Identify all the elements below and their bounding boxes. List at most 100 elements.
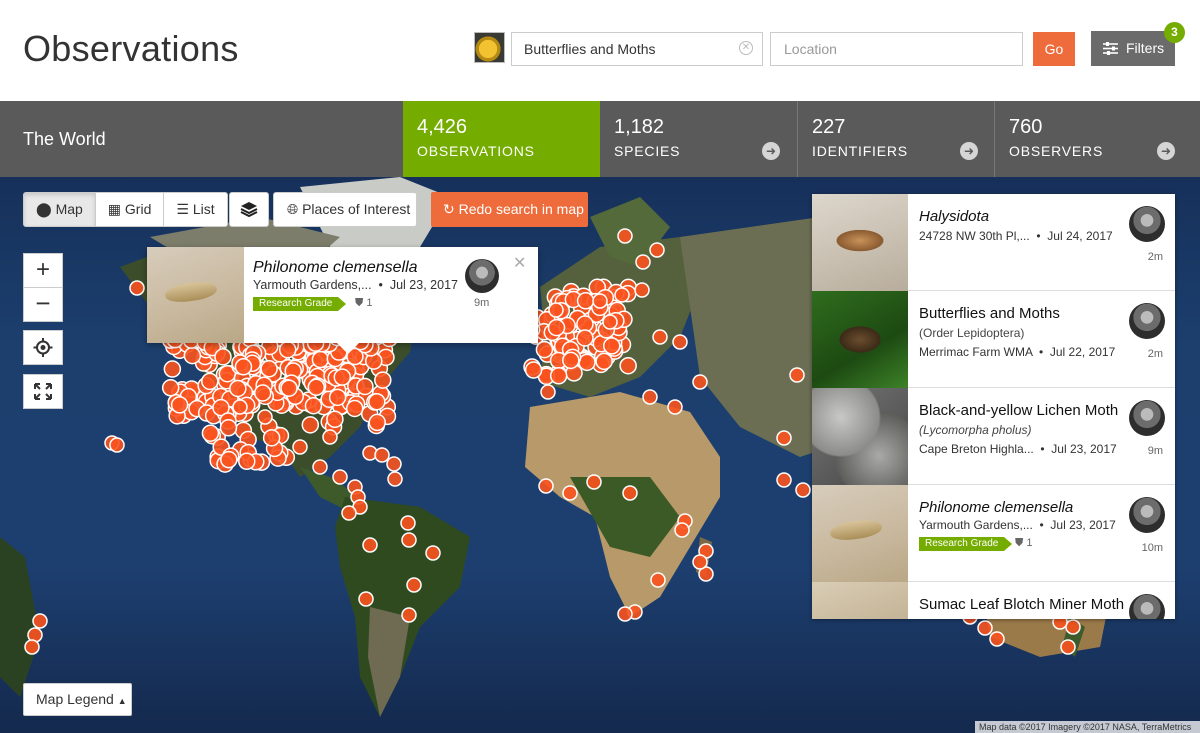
observation-photo[interactable] xyxy=(147,247,244,343)
stat-identifiers[interactable]: 227 IDENTIFIERS ➜ xyxy=(797,101,992,177)
observation-marker[interactable] xyxy=(322,429,338,445)
observation-marker[interactable] xyxy=(524,361,543,379)
observation-marker[interactable] xyxy=(341,505,357,521)
stat-observations[interactable]: 4,426 OBSERVATIONS xyxy=(403,101,600,177)
stat-species[interactable]: 1,182 SPECIES ➜ xyxy=(600,101,795,177)
observation-marker[interactable] xyxy=(161,379,180,397)
observation-title[interactable]: Sumac Leaf Blotch Miner Moth xyxy=(919,596,1124,613)
observation-marker[interactable] xyxy=(634,282,650,298)
observation-title[interactable]: Halysidota xyxy=(919,208,989,225)
observation-marker[interactable] xyxy=(333,368,352,386)
map[interactable]: ⬤ Map ▦ Grid ☰ List 🌐︎ Places of Interes… xyxy=(0,177,1200,733)
observation-marker[interactable] xyxy=(257,409,273,425)
observation-marker[interactable] xyxy=(692,374,708,390)
observation-marker[interactable] xyxy=(1060,639,1076,655)
observation-marker[interactable] xyxy=(776,472,792,488)
observation-marker[interactable] xyxy=(602,314,618,330)
observation-marker[interactable] xyxy=(576,329,594,347)
observation-marker[interactable] xyxy=(387,471,403,487)
observation-marker[interactable] xyxy=(292,439,308,455)
observation-marker[interactable] xyxy=(401,607,417,623)
observation-marker[interactable] xyxy=(649,242,665,258)
observation-marker[interactable] xyxy=(692,554,708,570)
avatar[interactable] xyxy=(465,259,499,293)
list-item[interactable]: Halysidota 24728 NW 30th Pl,... • Jul 24… xyxy=(812,194,1175,291)
observation-marker[interactable] xyxy=(311,350,330,369)
list-item[interactable]: Sumac Leaf Blotch Miner Moth xyxy=(812,582,1175,619)
observation-marker[interactable] xyxy=(374,371,392,389)
observation-marker[interactable] xyxy=(326,410,344,429)
arrow-right-icon[interactable]: ➜ xyxy=(960,142,978,160)
arrow-right-icon[interactable]: ➜ xyxy=(1157,142,1175,160)
avatar[interactable] xyxy=(1129,594,1165,619)
observation-marker[interactable] xyxy=(301,416,320,434)
observation-marker[interactable] xyxy=(400,515,416,531)
observation-marker[interactable] xyxy=(406,577,422,593)
locate-button[interactable] xyxy=(23,330,63,365)
go-button[interactable]: Go xyxy=(1033,32,1075,66)
redo-search-button[interactable]: ↻ Redo search in map xyxy=(431,192,588,227)
avatar[interactable] xyxy=(1129,497,1165,533)
observation-marker[interactable] xyxy=(328,388,347,407)
observation-marker[interactable] xyxy=(307,378,326,397)
observation-marker[interactable] xyxy=(425,545,441,561)
avatar[interactable] xyxy=(1129,400,1165,436)
observation-photo[interactable] xyxy=(812,485,908,582)
observation-marker[interactable] xyxy=(24,639,40,655)
observation-marker[interactable] xyxy=(642,389,658,405)
observation-marker[interactable] xyxy=(401,532,417,548)
observation-marker[interactable] xyxy=(622,485,638,501)
list-item[interactable]: Butterflies and Moths (Order Lepidoptera… xyxy=(812,291,1175,388)
map-legend-button[interactable]: Map Legend ▲ xyxy=(23,683,132,716)
observation-marker[interactable] xyxy=(562,351,580,370)
observation-marker[interactable] xyxy=(260,360,278,378)
observation-title[interactable]: Black-and-yellow Lichen Moth xyxy=(919,402,1118,419)
observation-marker[interactable] xyxy=(201,424,220,442)
observation-photo[interactable] xyxy=(812,194,908,291)
zoom-in-button[interactable]: + xyxy=(23,253,63,288)
observation-marker[interactable] xyxy=(253,384,272,402)
observation-marker[interactable] xyxy=(586,474,602,490)
observation-marker[interactable] xyxy=(795,482,811,498)
observation-marker[interactable] xyxy=(595,352,613,371)
observation-marker[interactable] xyxy=(603,337,621,355)
observation-photo[interactable] xyxy=(812,291,908,388)
observation-marker[interactable] xyxy=(234,358,253,376)
observation-marker[interactable] xyxy=(356,377,374,396)
observation-marker[interactable] xyxy=(109,437,125,453)
observation-photo[interactable] xyxy=(812,388,908,485)
tab-list[interactable]: ☰ List xyxy=(164,193,226,226)
popup-title[interactable]: Philonome clemensella xyxy=(253,259,418,277)
fullscreen-button[interactable] xyxy=(23,374,63,409)
close-icon[interactable]: ✕ xyxy=(513,253,526,273)
tab-grid[interactable]: ▦ Grid xyxy=(96,193,165,226)
location-input[interactable]: Location xyxy=(770,32,1023,66)
observation-marker[interactable] xyxy=(650,572,666,588)
observation-marker[interactable] xyxy=(619,356,637,375)
observation-marker[interactable] xyxy=(576,292,595,310)
observation-marker[interactable] xyxy=(578,353,596,372)
places-of-interest-button[interactable]: 🌐︎ Places of Interest xyxy=(273,192,417,227)
filters-button[interactable]: Filters xyxy=(1091,31,1175,66)
observation-marker[interactable] xyxy=(238,452,256,471)
observation-marker[interactable] xyxy=(789,367,805,383)
observation-marker[interactable] xyxy=(312,459,328,475)
observation-marker[interactable] xyxy=(562,485,578,501)
observation-marker[interactable] xyxy=(214,348,232,366)
observation-marker[interactable] xyxy=(674,522,690,538)
observation-marker[interactable] xyxy=(368,413,386,432)
observation-marker[interactable] xyxy=(538,478,554,494)
observation-marker[interactable] xyxy=(989,631,1005,647)
observation-marker[interactable] xyxy=(332,469,348,485)
observation-marker[interactable] xyxy=(368,392,386,411)
avatar[interactable] xyxy=(1129,303,1165,339)
tab-map[interactable]: ⬤ Map xyxy=(24,193,96,226)
observation-marker[interactable] xyxy=(652,329,668,345)
observation-marker[interactable] xyxy=(535,340,554,359)
observation-marker[interactable] xyxy=(548,302,564,318)
observation-marker[interactable] xyxy=(614,287,630,303)
observation-photo[interactable] xyxy=(812,582,908,619)
observation-marker[interactable] xyxy=(776,430,792,446)
observation-marker[interactable] xyxy=(977,620,993,636)
observation-marker[interactable] xyxy=(549,367,568,385)
